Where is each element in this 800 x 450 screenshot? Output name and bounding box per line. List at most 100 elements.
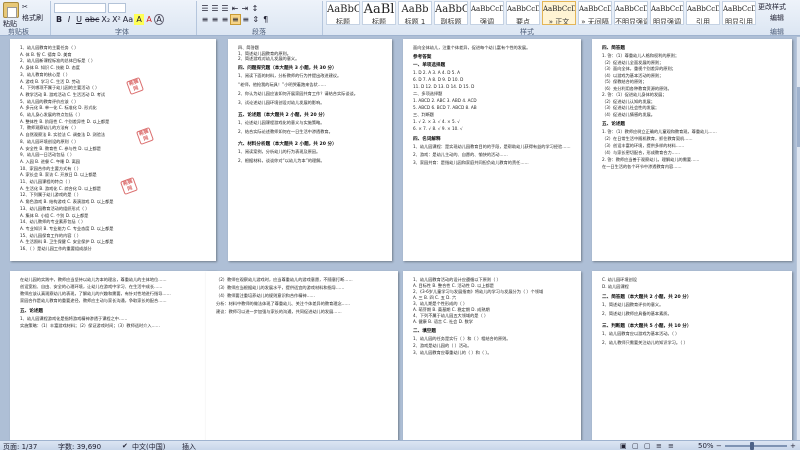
decrease-indent-icon[interactable]: ⇤ [230, 3, 240, 14]
font-format-row: B I U abc X₂ X² Aa A A A [54, 13, 165, 25]
ribbon: 粘贴 ✂ 格式刷 B I U abc X₂ X² Aa A A A ☰ ☰ ☰ … [0, 0, 800, 36]
style-heading-1[interactable]: AaBb 标题 1 [398, 1, 432, 25]
page-7[interactable]: 1、幼儿园教育活动的设计应遵循以下原则（ ） A. 目标性 B. 整合性 C. 活… [403, 271, 581, 440]
view-fullscreen-icon[interactable]: ▢ [632, 442, 639, 450]
change-styles-button[interactable]: 更改样式 [758, 2, 786, 12]
language-indicator[interactable]: 中文(中国) [132, 442, 165, 450]
page-3[interactable]: 面向全体幼儿，注重个体差异，促进每个幼儿富有个性的发展。 参考答案 一、单项选择题 1… [403, 39, 581, 261]
zoom-in-icon[interactable]: + [790, 442, 796, 450]
text-line: 2. 答：（1）促进幼儿身体的发展； [602, 92, 667, 97]
text-line: A. 自然观察法 B. 实验法 C. 调查法 D. 测验法 [20, 132, 106, 138]
edit-button[interactable]: 编辑 [770, 13, 784, 23]
strikethrough-button[interactable]: abc [84, 14, 100, 25]
style-strong[interactable]: AaBbCcD 要点 [506, 1, 540, 25]
highlight-button[interactable]: A [134, 13, 145, 25]
align-center-button[interactable]: ≡ [210, 14, 220, 25]
italic-button[interactable]: I [64, 14, 74, 25]
font-size-select[interactable] [108, 3, 126, 13]
zoom-out-icon[interactable]: − [716, 442, 722, 450]
style-intense-quote[interactable]: AaBbCcD 明显引用 [722, 1, 756, 25]
page-5[interactable]: 在幼儿园的实践中，教师应当坚持以幼儿为本的理念，尊重幼儿的主体地位…… 创设宽松、… [10, 271, 216, 440]
view-print-layout-icon[interactable]: ▣ [620, 442, 627, 450]
line-spacing-button[interactable]: ⇕ [251, 14, 261, 25]
section-heading: 五、论述题（本大题共 2 小题，共 20 分） [238, 112, 328, 118]
style-normal[interactable]: AaBbCcD» 正文 [542, 1, 576, 25]
distributed-button[interactable]: ≡ [241, 14, 251, 25]
page-indicator[interactable]: 页面: 1/37 [3, 442, 37, 450]
text-line: 1、阅读下面的材料，分析教师的行为并提出改进建议。 [238, 72, 342, 78]
format-painter-button[interactable]: 格式刷 [22, 13, 43, 23]
text-line: “老师，他抢我的玩具！”小明哭着跑来告状…… [238, 81, 327, 87]
view-web-icon[interactable]: ▢ [644, 442, 651, 450]
text-line: 1、简述幼儿园教育的原则。 [238, 50, 291, 56]
paste-button[interactable] [3, 2, 19, 18]
text-line: 面向全体幼儿，注重个体差异，促进每个幼儿富有个性的发展。 [413, 45, 531, 50]
style-title-2[interactable]: AaBl 标题 [362, 1, 396, 25]
superscript-button[interactable]: X² [111, 14, 122, 25]
style-no-spacing[interactable]: AaBbCcD» 无间隔 [578, 1, 612, 25]
page-4[interactable]: 四、简答题 1. 答：（1）尊重幼儿人格和权利的原则； （2）促进幼儿全面发展的原则… [592, 39, 792, 261]
style-emphasis[interactable]: AaBbCcD 强调 [470, 1, 504, 25]
zoom-slider[interactable] [725, 445, 787, 447]
style-quote[interactable]: AaBbCcD 引用 [686, 1, 720, 25]
text-line: 1、简述幼儿园教育评价的意义。 [602, 302, 664, 307]
underline-button[interactable]: U [74, 14, 84, 25]
word-count[interactable]: 字数: 39,690 [58, 442, 101, 450]
text-line: （6）充分利用各种教育资源的原则。 [602, 85, 672, 91]
view-outline-icon[interactable]: ≡ [656, 442, 662, 450]
text-line: 2、简述游戏对幼儿发展的意义。 [238, 56, 300, 62]
text-line: C. 幼儿园环境创设 [602, 277, 637, 282]
text-line: 2、根据材料，谈谈你对“以幼儿为本”的理解。 [238, 157, 325, 163]
text-line: 4、下列哪项不属于幼儿园的主要活动（ ） [20, 85, 100, 91]
text-line: 建议：教师可以进一步加强与家长的沟通，共同促进幼儿的发展…… [216, 309, 342, 314]
view-draft-icon[interactable]: ≡ [668, 442, 674, 450]
align-row: ≡ ≡ ≡ ≡ ≡ ⇕ ¶ [200, 13, 271, 25]
text-line: 12、下列属于幼儿游戏的是（ ） [20, 192, 82, 198]
page-6[interactable]: （2）教师在观察幼儿游戏时，应当尊重幼儿的游戏意愿，不随意打断…… （3）教师应当… [206, 271, 398, 440]
cut-icon[interactable]: ✂ [22, 3, 28, 11]
style-subtitle[interactable]: AaBbC 副标题 [434, 1, 468, 25]
document-workspace[interactable]: 1、幼儿园教育的主要任务（ ） A. 体 B. 智 C. 德育 D. 美育 2、幼儿… [0, 37, 796, 440]
text-line: 5、幼儿园的教育评价应该（ ） [20, 98, 79, 104]
align-right-button[interactable]: ≡ [220, 14, 230, 25]
font-name-select[interactable] [54, 3, 106, 13]
text-line: 创设宽松、自由、安全的心理环境，让幼儿在游戏中学习、在生活中成长…… [20, 284, 163, 289]
text-line: 14、幼儿教师的专业素养包括（ ） [20, 219, 86, 225]
style-subtle-emphasis[interactable]: AaBbCcD 不明显强调 [614, 1, 648, 25]
text-line: A. 集体 B. 小组 C. 个别 D. 以上都是 [20, 212, 89, 218]
proofing-icon[interactable]: ✔ [122, 442, 128, 450]
text-line: A. 健康 B. 语言 C. 社会 D. 数学 [413, 319, 473, 324]
zoom-slider-knob[interactable] [750, 442, 754, 450]
subscript-button[interactable]: X₂ [100, 14, 111, 25]
show-marks-button[interactable]: ¶ [261, 14, 271, 25]
page-8[interactable]: C. 幼儿园环境创设 D. 幼儿园课程 二、简答题（本大题共 2 小题，共 20 分… [592, 271, 792, 440]
enclose-char-button[interactable]: A [154, 13, 165, 25]
page-1[interactable]: 1、幼儿园教育的主要任务（ ） A. 体 B. 智 C. 德育 D. 美育 2、幼儿… [10, 39, 216, 261]
vertical-scrollbar[interactable] [796, 37, 800, 440]
text-line: 1. 答：（1）尊重幼儿人格和权利的原则； [602, 53, 680, 58]
bullets-icon[interactable]: ☰ [200, 3, 210, 14]
bold-button[interactable]: B [54, 14, 64, 25]
page-2[interactable]: 四、简答题 1、简述幼儿园教育的原则。 2、简述游戏对幼儿发展的意义。 四、问题探究题… [228, 39, 392, 261]
increase-indent-icon[interactable]: ⇥ [240, 3, 250, 14]
insert-mode[interactable]: 插入 [182, 442, 196, 450]
text-line: A. 目标性 B. 整合性 C. 活动性 D. 以上都是 [413, 283, 494, 288]
zoom-level[interactable]: 50% [698, 442, 714, 450]
text-line: A. 专业知识 B. 专业能力 C. 专业态度 D. 以上都是 [20, 225, 114, 231]
text-line: 实施策略：（1）丰富游戏材料；（2）保证游戏时间；（3）教师适时介入…… [20, 323, 160, 328]
numbering-icon[interactable]: ☰ [210, 3, 220, 14]
style-intense-emphasis[interactable]: AaBbCcD 明显强调 [650, 1, 684, 25]
text-line: A. 生活照料 B. 卫生保健 C. 安全保护 D. 以上都是 [20, 239, 114, 245]
text-line: A. 角色游戏 B. 结构游戏 C. 表演游戏 D. 以上都是 [20, 199, 114, 205]
text-line: 2. 答：教师应当善于观察幼儿，理解幼儿的需要…… [602, 157, 700, 162]
font-color-button[interactable]: A [144, 14, 154, 25]
multilevel-list-icon[interactable]: ☰ [220, 3, 230, 14]
text-line: 1、幼儿园的任务是实行（ ）和（ ）相结合的原则。 [413, 336, 511, 341]
sort-icon[interactable]: ↕ [250, 3, 260, 14]
style-title[interactable]: AaBbC 标题 [326, 1, 360, 25]
justify-button[interactable]: ≡ [230, 13, 241, 25]
text-line: （3）面向全体，重视个别差异的原则； [602, 66, 676, 71]
text-line: D. 幼儿园课程 [602, 284, 629, 289]
change-case-button[interactable]: Aa [122, 14, 134, 25]
align-left-button[interactable]: ≡ [200, 14, 210, 25]
